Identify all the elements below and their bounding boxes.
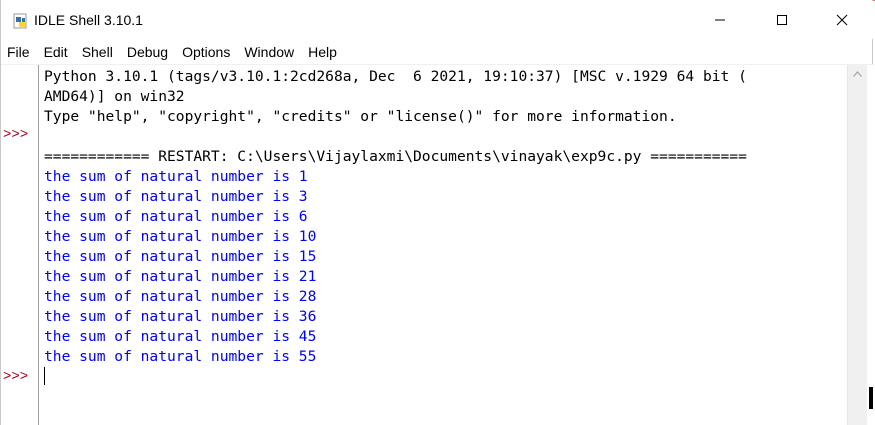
menu-window[interactable]: Window — [237, 44, 301, 60]
output-line: the sum of natural number is 3 — [44, 188, 308, 205]
menu-bar: File Edit Shell Debug Options Window Hel… — [1, 40, 874, 64]
output-line: the sum of natural number is 28 — [44, 288, 317, 305]
window-title: IDLE Shell 3.10.1 — [34, 12, 143, 28]
banner-line-3: Type "help", "copyright", "credits" or "… — [44, 108, 677, 125]
banner-line-1: Python 3.10.1 (tags/v3.10.1:2cd268a, Dec… — [44, 68, 747, 85]
menu-edit[interactable]: Edit — [37, 44, 75, 60]
output-line: the sum of natural number is 21 — [44, 268, 317, 285]
menu-shell[interactable]: Shell — [75, 44, 120, 60]
close-button[interactable] — [813, 1, 871, 39]
minimize-button[interactable] — [691, 1, 749, 39]
menu-help[interactable]: Help — [301, 44, 344, 60]
maximize-icon — [777, 15, 787, 25]
menu-file[interactable]: File — [1, 44, 37, 60]
minimize-icon — [715, 19, 725, 21]
banner-line-2: AMD64)] on win32 — [44, 88, 185, 105]
menu-debug[interactable]: Debug — [120, 44, 175, 60]
window-right-edge — [867, 65, 874, 425]
shell-prompt-current: >>> — [3, 369, 29, 385]
scroll-up-button[interactable] — [848, 65, 867, 83]
output-line: the sum of natural number is 45 — [44, 328, 317, 345]
prompt-gutter: >>> >>> — [1, 65, 38, 425]
menu-options[interactable]: Options — [175, 44, 237, 60]
adjacent-window-edge — [869, 387, 873, 409]
output-line: the sum of natural number is 15 — [44, 248, 317, 265]
output-line: the sum of natural number is 36 — [44, 308, 317, 325]
output-line: the sum of natural number is 10 — [44, 228, 317, 245]
idle-python-icon — [13, 13, 27, 29]
restart-line: ============ RESTART: C:\Users\Vijaylaxm… — [44, 148, 747, 165]
text-cursor — [44, 367, 45, 385]
output-line: the sum of natural number is 55 — [44, 348, 317, 365]
shell-text-area[interactable]: Python 3.10.1 (tags/v3.10.1:2cd268a, Dec… — [39, 65, 847, 425]
vertical-scrollbar[interactable] — [847, 65, 867, 425]
output-line: the sum of natural number is 1 — [44, 168, 308, 185]
close-icon — [836, 14, 848, 26]
idle-shell-window: IDLE Shell 3.10.1 File Edit Shell Debug … — [0, 0, 874, 425]
output-line: the sum of natural number is 6 — [44, 208, 308, 225]
maximize-button[interactable] — [753, 1, 811, 39]
title-bar[interactable]: IDLE Shell 3.10.1 — [1, 1, 874, 39]
scroll-up-arrow-icon — [853, 71, 862, 77]
shell-prompt: >>> — [3, 127, 29, 143]
